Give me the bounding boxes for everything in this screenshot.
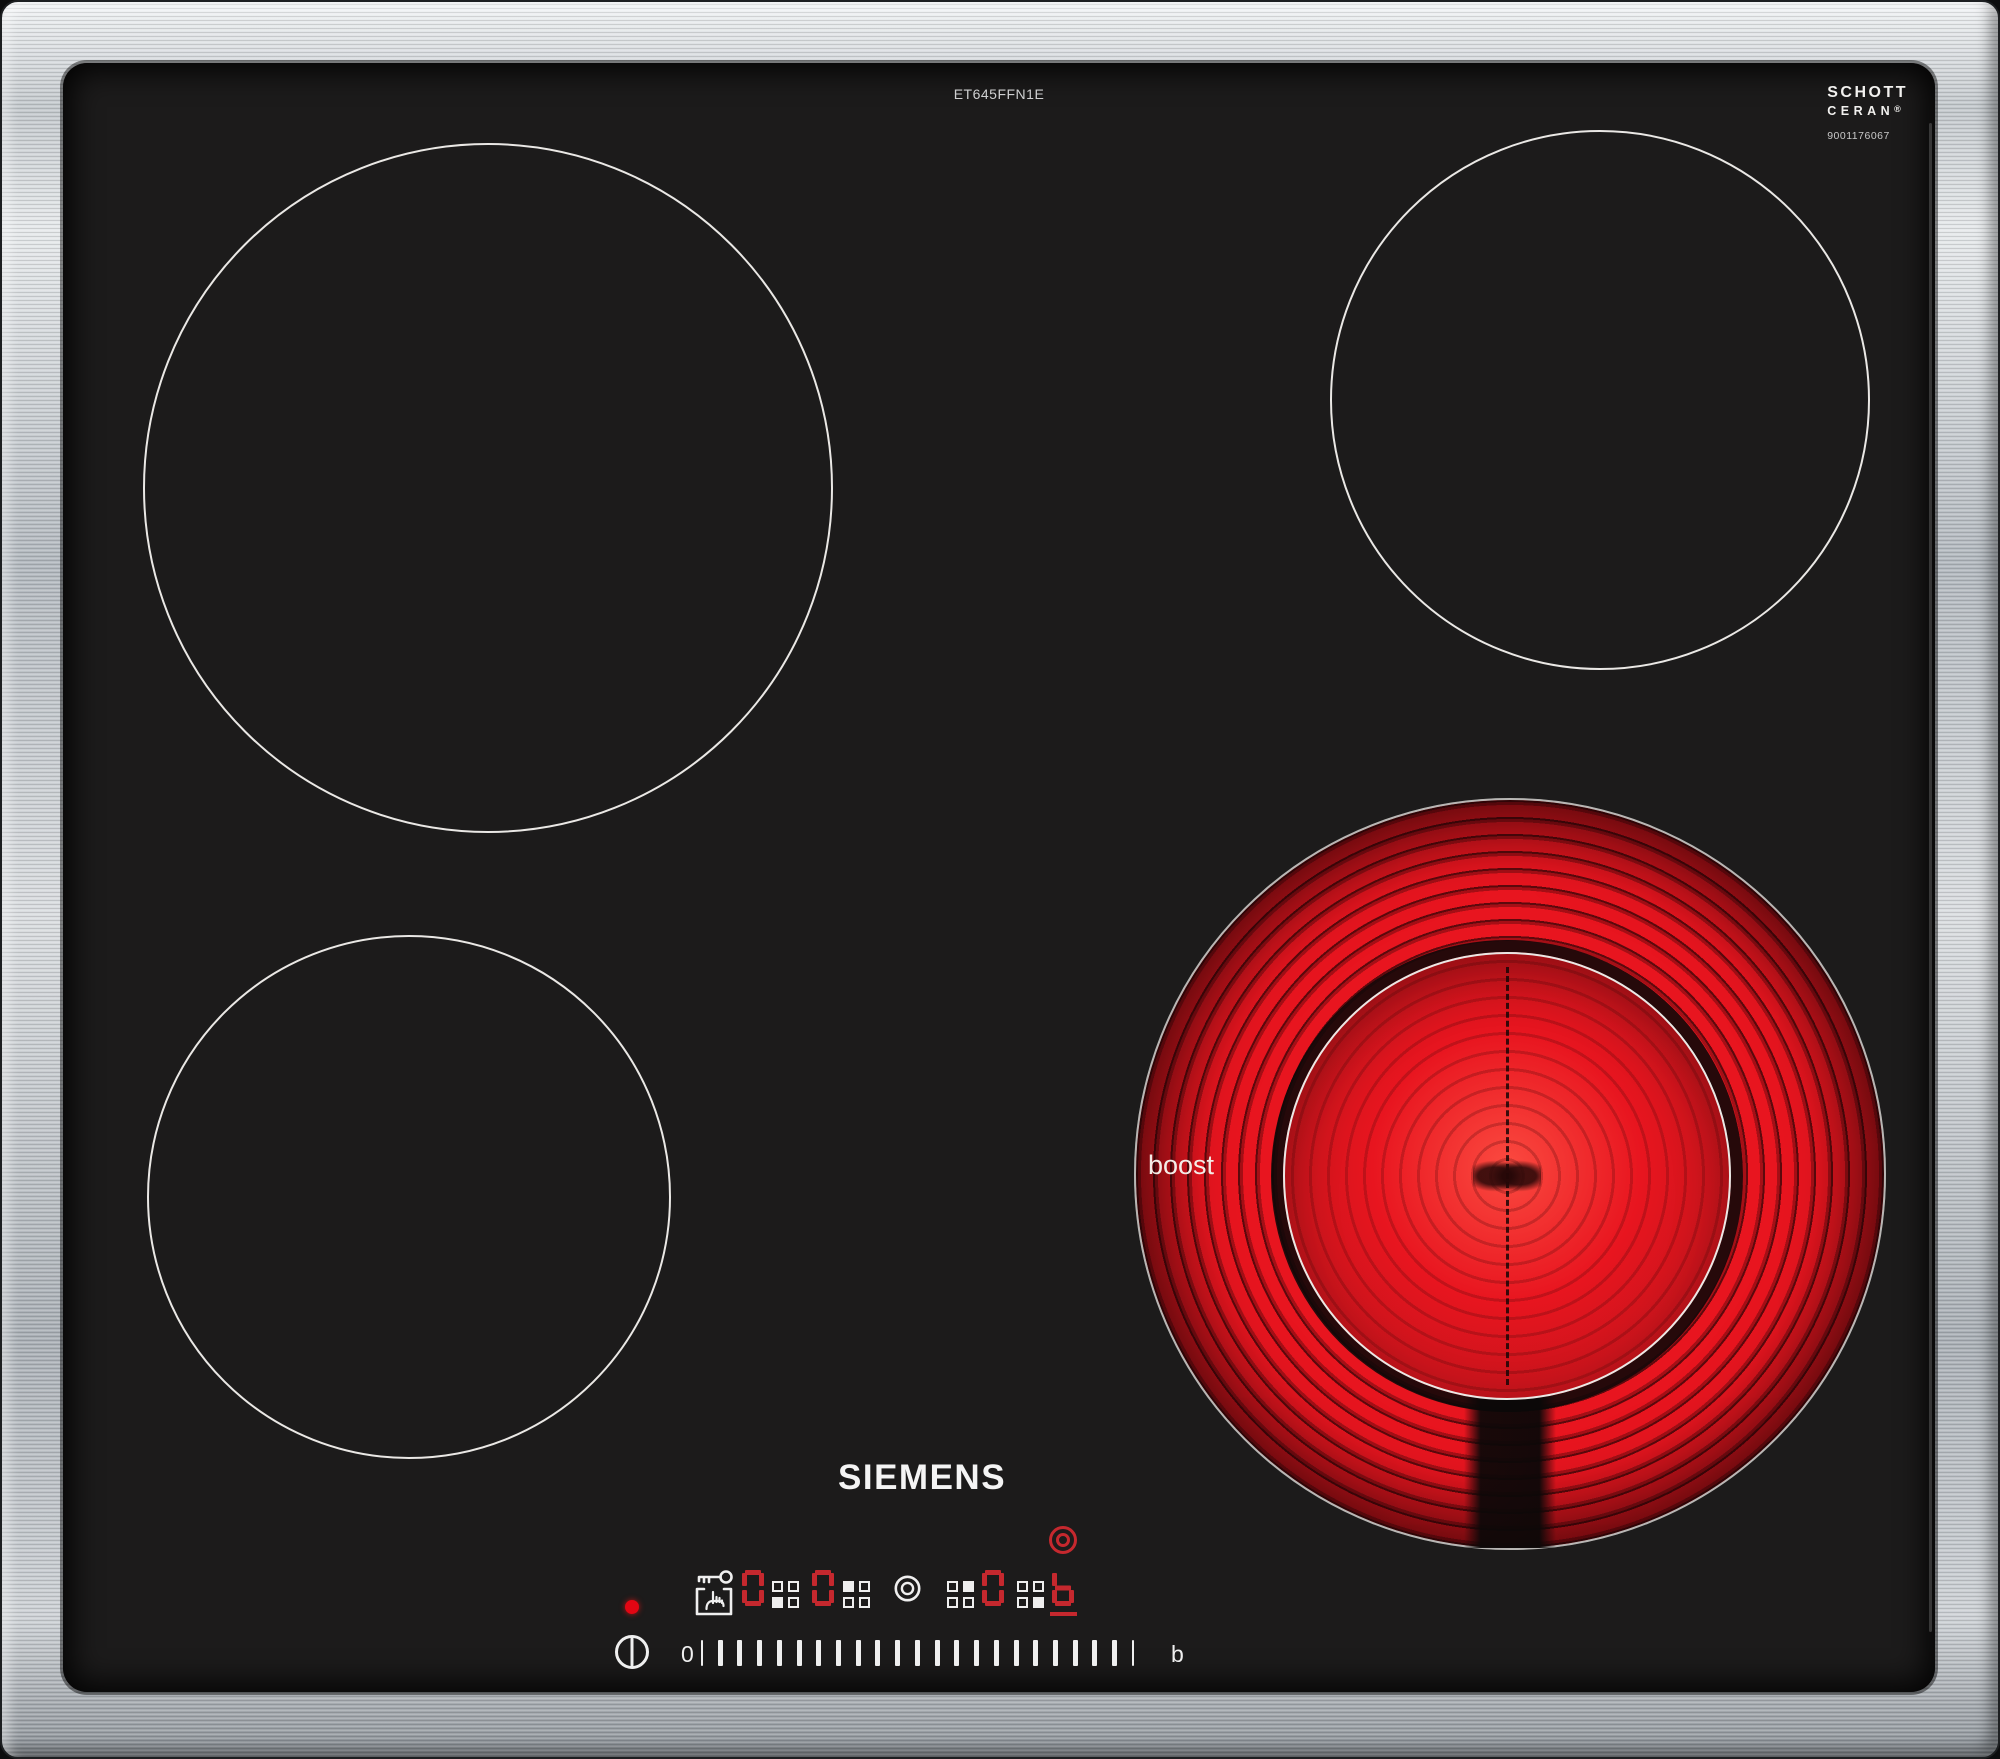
seven-segment-a	[985, 1570, 1001, 1575]
cooking-zone-front-right-boost: boost	[1134, 798, 1886, 1550]
zone-selector-square-top-right	[859, 1581, 870, 1592]
display-zone-rear-left	[812, 1570, 834, 1606]
serial-number: 9001176067	[1827, 131, 1908, 142]
residual-heat-dot-icon	[625, 1600, 639, 1614]
seven-segment-a	[815, 1570, 831, 1575]
schott-ceran-logo: SCHOTT CERAN® 9001176067	[1827, 85, 1908, 141]
slider-tick	[757, 1640, 762, 1666]
cooking-zone-rear-left	[143, 143, 833, 833]
boost-underline	[1050, 1612, 1077, 1616]
schott-logo-line1: SCHOTT	[1827, 85, 1908, 101]
registered-mark: ®	[1894, 104, 1901, 114]
heating-coil-inner	[1283, 952, 1731, 1400]
key-lock-icon[interactable]	[693, 1569, 735, 1617]
zone-selector-square-bottom-right	[859, 1597, 870, 1608]
dual-zone-icon[interactable]	[894, 1575, 921, 1602]
slider-tick	[1053, 1640, 1058, 1666]
slider-tick	[1033, 1640, 1038, 1666]
power-button[interactable]	[613, 1633, 651, 1671]
slider-tick	[935, 1640, 940, 1666]
seven-segment-d	[815, 1601, 831, 1606]
boost-label: boost	[1148, 1150, 1214, 1181]
seven-segment-d	[985, 1601, 1001, 1606]
slider-tick	[737, 1640, 742, 1666]
seven-segment-f	[742, 1573, 747, 1586]
zone-selector-square-bottom-left	[772, 1597, 783, 1608]
slider-tick	[974, 1640, 979, 1666]
cooking-zone-front-left	[147, 935, 671, 1459]
display-zone-rear-right	[982, 1570, 1004, 1606]
slider-tick	[797, 1640, 802, 1666]
slider-tick	[875, 1640, 880, 1666]
zone-selector-square-top-left	[772, 1581, 783, 1592]
slider-tick	[1014, 1640, 1019, 1666]
zone-selector-rear-left[interactable]	[843, 1581, 870, 1608]
display-zone-front-left	[742, 1570, 764, 1606]
siemens-logo: SIEMENS	[838, 1458, 1006, 1498]
slider-tick	[895, 1640, 900, 1666]
zone-selector-square-top-right	[963, 1581, 974, 1592]
slider-tick	[1073, 1640, 1078, 1666]
slider-tick	[994, 1640, 999, 1666]
zone-selector-square-bottom-right	[1033, 1597, 1044, 1608]
zone-selector-square-top-right	[788, 1581, 799, 1592]
seven-segment-b	[759, 1573, 764, 1586]
coil-terminal-gap	[1464, 1383, 1556, 1548]
zone-selector-square-bottom-left	[1017, 1597, 1028, 1608]
zone-selector-front-right[interactable]	[1017, 1581, 1044, 1608]
power-slider[interactable]	[701, 1639, 1134, 1667]
seven-segment-g	[1055, 1586, 1071, 1591]
slider-tick	[856, 1640, 861, 1666]
seven-segment-f	[1052, 1573, 1057, 1586]
slider-tick	[915, 1640, 920, 1666]
slider-tick	[816, 1640, 821, 1666]
slider-tick	[1112, 1640, 1117, 1666]
zone-selector-square-top-left	[1017, 1581, 1028, 1592]
zone-selector-front-left[interactable]	[772, 1581, 799, 1608]
zone-selector-rear-right[interactable]	[947, 1581, 974, 1608]
seven-segment-f	[812, 1573, 817, 1586]
slider-tick-end	[1132, 1640, 1134, 1666]
zone-selector-square-bottom-left	[947, 1597, 958, 1608]
seven-segment-b	[999, 1573, 1004, 1586]
cooking-zone-rear-right	[1330, 130, 1870, 670]
slider-tick-end	[701, 1640, 703, 1666]
slider-label-boost: b	[1171, 1641, 1184, 1668]
zone-selector-square-bottom-right	[788, 1597, 799, 1608]
zone-selector-square-bottom-right	[963, 1597, 974, 1608]
slider-tick	[718, 1640, 723, 1666]
slider-label-min: 0	[681, 1641, 694, 1668]
display-zone-front-right-boost	[1052, 1570, 1074, 1606]
zone-selector-square-top-right	[1033, 1581, 1044, 1592]
seven-segment-d	[1055, 1601, 1071, 1606]
seven-segment-e	[812, 1590, 817, 1603]
extended-zone-ring-icon	[1048, 1525, 1078, 1555]
slider-tick	[1092, 1640, 1097, 1666]
model-number: ET645FFN1E	[63, 86, 1935, 102]
slider-tick	[777, 1640, 782, 1666]
slider-tick	[954, 1640, 959, 1666]
seven-segment-f	[982, 1573, 987, 1586]
glass-surface: ET645FFN1E SCHOTT CERAN® 9001176067 boos…	[63, 63, 1935, 1692]
seven-segment-e	[982, 1590, 987, 1603]
slider-tick	[836, 1640, 841, 1666]
seven-segment-e	[1052, 1590, 1057, 1603]
schott-logo-line2: CERAN®	[1827, 105, 1908, 118]
seven-segment-b	[829, 1573, 834, 1586]
coil-center-hub	[1473, 1152, 1541, 1200]
seven-segment-e	[742, 1590, 747, 1603]
zone-selector-square-top-left	[843, 1581, 854, 1592]
seven-segment-a	[745, 1570, 761, 1575]
seven-segment-d	[745, 1601, 761, 1606]
cooktop: ET645FFN1E SCHOTT CERAN® 9001176067 boos…	[0, 0, 2000, 1759]
zone-selector-square-bottom-left	[843, 1597, 854, 1608]
zone-selector-square-top-left	[947, 1581, 958, 1592]
